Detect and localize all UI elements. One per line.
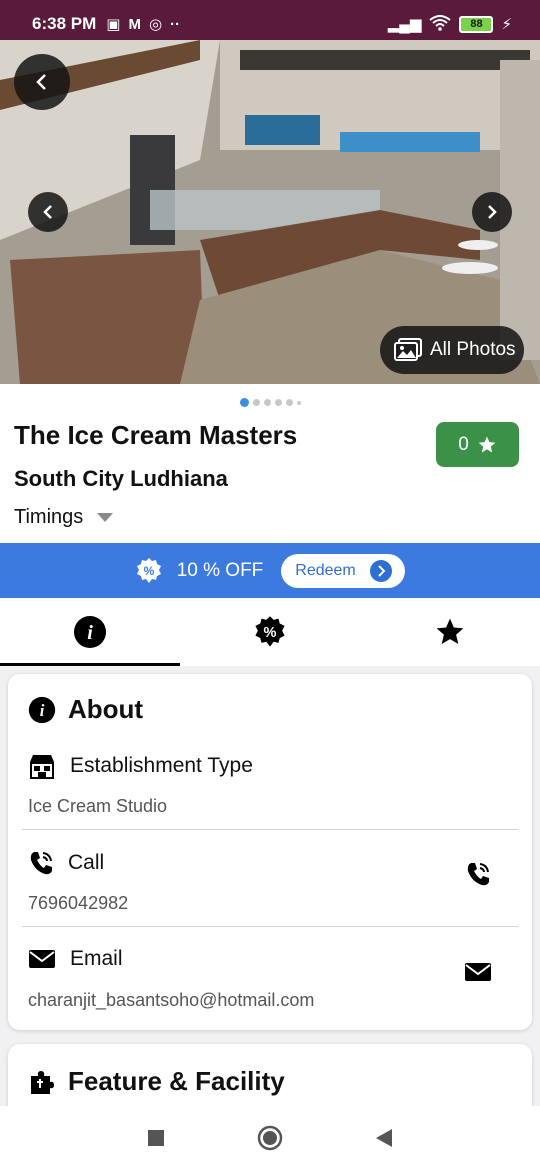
wifi-icon	[429, 14, 452, 34]
rating-value: 0	[458, 433, 469, 455]
features-heading: Feature & Facility	[28, 1066, 285, 1097]
chevron-left-icon	[36, 74, 46, 90]
all-photos-label: All Photos	[430, 339, 516, 360]
charging-icon: ⚡	[501, 15, 512, 33]
about-heading-text: About	[68, 694, 144, 724]
tab-offers[interactable]: %	[180, 598, 360, 666]
pager-dot	[252, 399, 260, 406]
back-icon[interactable]	[375, 1128, 393, 1148]
venue-name: The Ice Cream Masters	[14, 420, 298, 450]
establishment-type-label: Establishment Type	[28, 752, 253, 780]
status-time: 6:38 PM	[32, 14, 97, 33]
recent-apps-icon[interactable]	[147, 1129, 165, 1147]
email-label: Email	[28, 947, 123, 971]
next-photo-button[interactable]	[472, 192, 512, 232]
svg-text:%: %	[143, 564, 154, 578]
chevron-right-icon	[488, 205, 497, 219]
star-icon	[478, 436, 496, 452]
previous-photo-button[interactable]	[28, 192, 68, 232]
establishment-label-text: Establishment Type	[70, 754, 253, 777]
timings-label: Timings	[14, 506, 84, 528]
svg-text:i: i	[87, 622, 93, 644]
pager-dot	[274, 399, 282, 406]
chevron-down-icon	[97, 513, 114, 522]
message-icon: ▣	[106, 15, 121, 33]
redeem-button[interactable]: Redeem	[281, 553, 406, 588]
timings-dropdown[interactable]: Timings	[14, 506, 114, 529]
puzzle-icon	[31, 1070, 54, 1094]
back-button[interactable]	[14, 54, 70, 110]
redeem-label: Redeem	[295, 561, 356, 579]
phone-icon	[467, 863, 489, 886]
sync-icon: ◎	[148, 15, 163, 33]
gmail-icon: M	[128, 15, 141, 33]
phone-icon	[30, 852, 52, 875]
section-tabs: i %	[0, 598, 540, 666]
pager-dot	[239, 398, 249, 407]
battery-indicator: 88	[459, 15, 494, 33]
tab-reviews[interactable]	[360, 598, 540, 666]
rating-badge[interactable]: 0	[436, 422, 519, 467]
envelope-icon	[465, 963, 491, 981]
chevron-left-icon	[43, 205, 52, 219]
star-icon	[436, 618, 464, 644]
pager-dot	[296, 400, 301, 405]
home-icon[interactable]	[257, 1125, 283, 1151]
email-button[interactable]	[462, 956, 494, 988]
establishment-type-value: Ice Cream Studio	[28, 796, 168, 816]
offer-text: 10 % OFF	[176, 559, 264, 581]
offer-banner: % 10 % OFF Redeem	[0, 543, 540, 598]
call-label: Call	[28, 850, 104, 876]
store-icon	[30, 755, 54, 779]
svg-text:i: i	[40, 700, 45, 719]
about-card: i About Establishment Type Ice Cream Stu…	[8, 674, 532, 1030]
call-button[interactable]	[462, 858, 494, 890]
tab-info[interactable]: i	[0, 598, 180, 666]
info-icon: i	[28, 696, 56, 723]
call-label-text: Call	[68, 851, 105, 874]
gallery-icon	[394, 338, 422, 361]
discount-icon: %	[255, 616, 285, 647]
all-photos-button[interactable]: All Photos	[380, 326, 524, 374]
more-icon: ··	[170, 15, 181, 33]
pager-dot	[263, 399, 271, 406]
divider	[22, 926, 518, 927]
info-icon: i	[74, 616, 106, 648]
svg-text:%: %	[264, 625, 277, 641]
discount-badge-icon: %	[136, 557, 161, 583]
venue-location: South City Ludhiana	[14, 466, 228, 491]
divider	[22, 829, 518, 830]
chevron-right-icon	[369, 559, 392, 582]
pager-dot	[285, 399, 293, 406]
email-value: charanjit_basantsoho@hotmail.com	[28, 990, 315, 1010]
features-heading-text: Feature & Facility	[68, 1066, 285, 1096]
hero-photo[interactable]: All Photos	[0, 40, 540, 384]
system-navigation-bar	[0, 1106, 540, 1170]
email-label-text: Email	[70, 947, 123, 970]
signal-icon: ▂▄▆	[387, 15, 422, 33]
call-value: 7696042982	[28, 893, 129, 913]
photo-pager-dots	[0, 398, 540, 407]
about-heading: i About	[28, 694, 143, 725]
envelope-icon	[29, 950, 55, 968]
